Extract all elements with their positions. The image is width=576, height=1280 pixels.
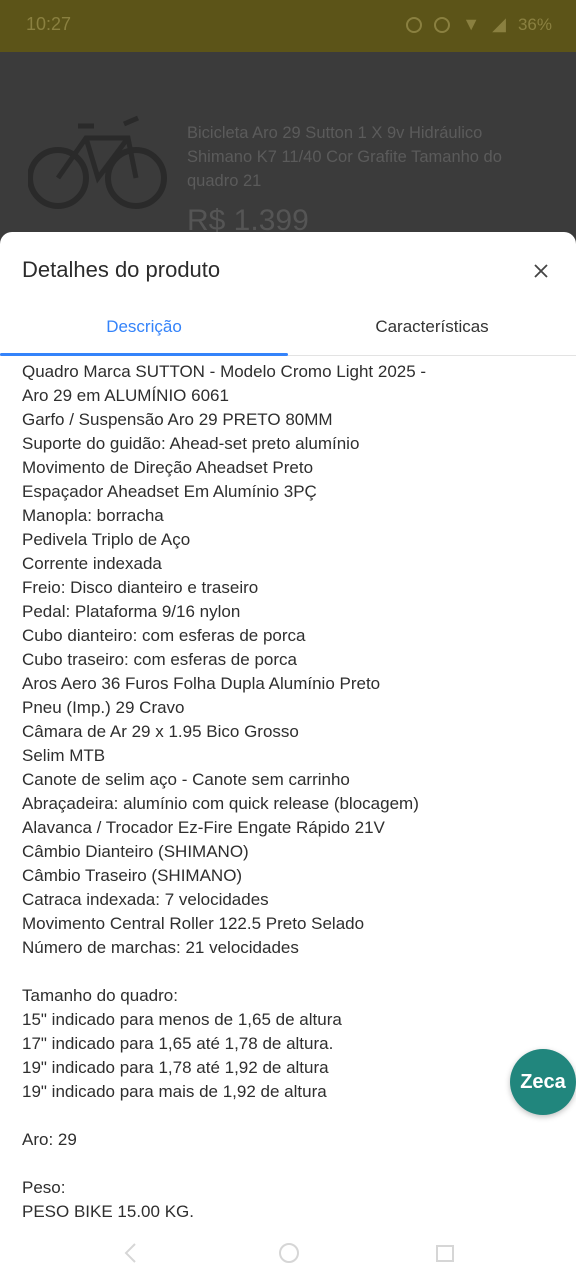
description-text: Quadro Marca SUTTON - Modelo Cromo Light… (0, 356, 576, 1224)
tab-descricao[interactable]: Descrição (0, 317, 288, 347)
description-line: Manopla: borracha (22, 506, 164, 525)
description-line: Aros Aero 36 Furos Folha Dupla Alumínio … (22, 674, 381, 693)
signal-icon: ◢ (492, 14, 506, 34)
assistant-label: Zeca (520, 1070, 566, 1093)
wifi-icon: ▼ (462, 14, 481, 34)
description-line: Abraçadeira: alumínio com quick release … (22, 794, 419, 813)
back-icon[interactable] (118, 1240, 144, 1266)
nfc-icon (434, 16, 451, 33)
description-line: Câmara de Ar 29 x 1.95 Bico Grosso (22, 722, 299, 741)
description-line: 17" indicado para 1,65 até 1,78 de altur… (22, 1034, 334, 1053)
description-line: 15" indicado para menos de 1,65 de altur… (22, 1010, 342, 1029)
description-line: 19" indicado para 1,78 até 1,92 de altur… (22, 1058, 329, 1077)
product-details-sheet: Detalhes do produto Descrição Caracterís… (0, 232, 576, 1280)
sheet-title: Detalhes do produto (22, 257, 221, 282)
description-line: Número de marchas: 21 velocidades (22, 938, 299, 957)
battery-level: 36% (517, 14, 552, 34)
description-line: Alavanca / Trocador Ez-Fire Engate Rápid… (22, 818, 385, 837)
sheet-header: Detalhes do produto (0, 232, 576, 308)
description-line: Cubo traseiro: com esferas de porca (22, 650, 297, 669)
close-icon (534, 264, 548, 278)
description-line: 19" indicado para mais de 1,92 de altura (22, 1082, 327, 1101)
description-line: PESO BIKE 15.00 KG. (22, 1202, 194, 1221)
description-line: Câmbio Traseiro (SHIMANO) (22, 866, 243, 885)
description-line: Pedivela Triplo de Aço (22, 530, 191, 549)
tab-caracteristicas[interactable]: Características (288, 317, 576, 347)
description-line (22, 960, 554, 984)
home-icon[interactable] (276, 1240, 302, 1266)
description-line: Quadro Marca SUTTON - Modelo Cromo Light… (22, 362, 427, 381)
description-line: Pneu (Imp.) 29 Cravo (22, 698, 185, 717)
description-line: Espaçador Aheadset Em Alumínio 3PÇ (22, 482, 317, 501)
description-line: Câmbio Dianteiro (SHIMANO) (22, 842, 249, 861)
description-line: Suporte do guidão: Ahead-set preto alumí… (22, 434, 360, 453)
active-tab-indicator (0, 353, 288, 356)
tab-bar: Descrição Características (0, 308, 576, 356)
status-bar: 10:27 ▼ ◢ 36% (0, 0, 576, 52)
description-line: Pedal: Plataforma 9/16 nylon (22, 602, 241, 621)
status-icons: ▼ ◢ 36% (406, 14, 552, 35)
description-line: Canote de selim aço - Canote sem carrinh… (22, 770, 350, 789)
navigation-bar (0, 1228, 576, 1280)
description-line: Catraca indexada: 7 velocidades (22, 890, 269, 909)
close-button[interactable] (526, 256, 556, 286)
product-image (28, 115, 167, 209)
description-line: Cubo dianteiro: com esferas de porca (22, 626, 306, 645)
description-line: Peso: (22, 1178, 66, 1197)
description-line: Aro 29 em ALUMÍNIO 6061 (22, 386, 229, 405)
description-line (22, 1152, 554, 1176)
description-line: Freio: Disco dianteiro e traseiro (22, 578, 259, 597)
alarm-icon (406, 16, 423, 33)
description-line (22, 1104, 554, 1128)
status-time: 10:27 (26, 14, 72, 34)
assistant-button[interactable]: Zeca (510, 1049, 576, 1115)
background-product-title: Bicicleta Aro 29 Sutton 1 X 9v Hidráulic… (187, 124, 502, 190)
description-line: Garfo / Suspensão Aro 29 PRETO 80MM (22, 410, 333, 429)
description-line: Movimento Central Roller 122.5 Preto Sel… (22, 914, 365, 933)
recents-icon[interactable] (432, 1240, 458, 1266)
description-line: Tamanho do quadro: (22, 986, 178, 1005)
description-line: Selim MTB (22, 746, 106, 765)
description-line: Movimento de Direção Aheadset Preto (22, 458, 314, 477)
description-line: Aro: 29 (22, 1130, 77, 1149)
description-line: Corrente indexada (22, 554, 162, 573)
